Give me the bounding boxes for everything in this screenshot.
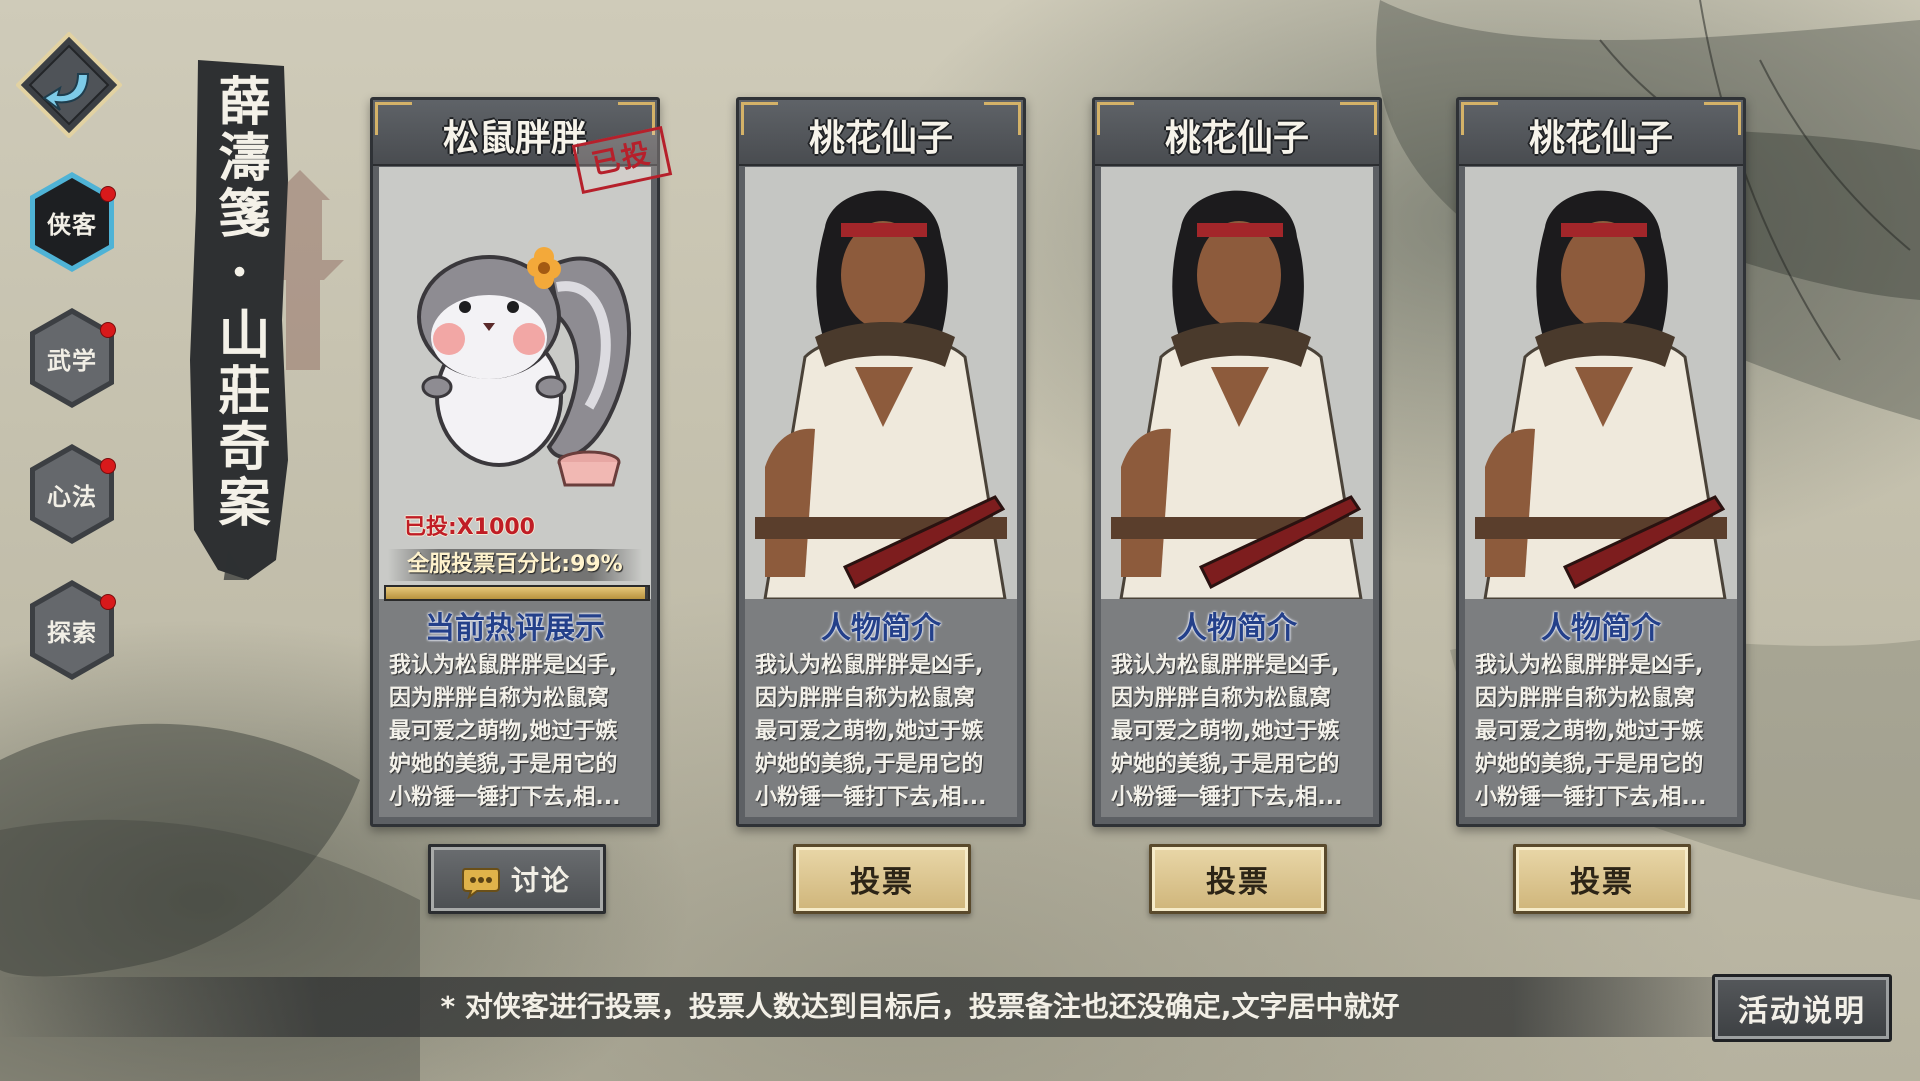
event-help-button[interactable]: 活动说明 bbox=[1712, 974, 1892, 1042]
card-info: 当前热评展示 我认为松鼠胖胖是凶手, 因为胖胖自称为松鼠窝 最可爱之萌物,她过于… bbox=[379, 599, 651, 817]
vote-button[interactable]: 投票 bbox=[1513, 844, 1691, 914]
vote-label: 投票 bbox=[1206, 865, 1270, 900]
character-description: 我认为松鼠胖胖是凶手, 因为胖胖自称为松鼠窝 最可爱之萌物,她过于嫉 妒她的美貌… bbox=[1475, 653, 1707, 810]
chat-bubble-icon bbox=[462, 868, 500, 899]
tab-tansuo[interactable]: 探索 bbox=[26, 578, 118, 682]
character-name: 桃花仙子 bbox=[1528, 118, 1673, 159]
character-card-3: 桃花仙子 人物简介 我认为松鼠胖胖是凶手, 因为胖胖自称为松鼠窝 最可爱之萌物,… bbox=[1092, 97, 1382, 827]
discuss-button[interactable]: 讨论 bbox=[428, 844, 606, 914]
character-description: 我认为松鼠胖胖是凶手, 因为胖胖自称为松鼠窝 最可爱之萌物,她过于嫉 妒她的美貌… bbox=[755, 653, 987, 810]
section-title: 人物简介 bbox=[1541, 611, 1661, 646]
character-card-4: 桃花仙子 人物简介 我认为松鼠胖胖是凶手, 因为胖胖自称为松鼠窝 最可爱之萌物,… bbox=[1456, 97, 1746, 827]
notification-dot bbox=[100, 458, 116, 474]
tab-wuxue[interactable]: 武学 bbox=[26, 306, 118, 410]
tab-xiake[interactable]: 侠客 bbox=[26, 170, 118, 274]
card-info: 人物简介 我认为松鼠胖胖是凶手, 因为胖胖自称为松鼠窝 最可爱之萌物,她过于嫉 … bbox=[1465, 599, 1737, 817]
vote-label: 投票 bbox=[1570, 865, 1634, 900]
character-name: 桃花仙子 bbox=[808, 118, 953, 159]
notice-text: * 对侠客进行投票，投票人数达到目标后，投票备注也还没确定,文字居中就好 bbox=[440, 990, 1400, 1023]
notification-dot bbox=[100, 186, 116, 202]
back-button[interactable] bbox=[16, 32, 122, 138]
vote-label: 投票 bbox=[850, 865, 914, 900]
notification-dot bbox=[100, 594, 116, 610]
section-title: 人物简介 bbox=[1177, 611, 1297, 646]
section-title: 人物简介 bbox=[821, 611, 941, 646]
discuss-label: 讨论 bbox=[511, 864, 572, 897]
character-description: 我认为松鼠胖胖是凶手, 因为胖胖自称为松鼠窝 最可爱之萌物,她过于嫉 妒她的美貌… bbox=[1111, 653, 1343, 810]
notice-bar: * 对侠客进行投票，投票人数达到目标后，投票备注也还没确定,文字居中就好 bbox=[0, 977, 1780, 1037]
character-card-1: 松鼠胖胖 已投 已投:X1000 全服投票百分比:99% 当前热评展示 我认为松… bbox=[370, 97, 673, 827]
card-info: 人物简介 我认为松鼠胖胖是凶手, 因为胖胖自称为松鼠窝 最可爱之萌物,她过于嫉 … bbox=[1101, 599, 1373, 817]
tab-xinfa[interactable]: 心法 bbox=[26, 442, 118, 546]
event-banner: 薛濤箋·山莊奇案 bbox=[188, 60, 290, 580]
vote-progress-fill bbox=[386, 587, 646, 599]
character-portrait[interactable] bbox=[1101, 167, 1373, 599]
character-name: 桃花仙子 bbox=[1164, 118, 1309, 159]
character-portrait[interactable] bbox=[745, 167, 1017, 599]
banner-title: 薛濤箋·山莊奇案 bbox=[209, 74, 270, 531]
character-portrait[interactable] bbox=[1465, 167, 1737, 599]
vote-percent: 全服投票百分比:99% bbox=[388, 549, 642, 581]
vote-button[interactable]: 投票 bbox=[793, 844, 971, 914]
character-description: 我认为松鼠胖胖是凶手, 因为胖胖自称为松鼠窝 最可爱之萌物,她过于嫉 妒她的美貌… bbox=[389, 653, 621, 810]
character-card-2: 桃花仙子 人物简介 我认为松鼠胖胖是凶手, 因为胖胖自称为松鼠窝 最可爱之萌物,… bbox=[736, 97, 1026, 827]
card-info: 人物简介 我认为松鼠胖胖是凶手, 因为胖胖自称为松鼠窝 最可爱之萌物,她过于嫉 … bbox=[745, 599, 1017, 817]
vote-progress-bar bbox=[384, 585, 650, 601]
notification-dot bbox=[100, 322, 116, 338]
section-title: 当前热评展示 bbox=[425, 611, 605, 646]
voted-count: 已投:X1000 bbox=[404, 515, 535, 540]
event-help-label: 活动说明 bbox=[1738, 994, 1866, 1029]
vote-button[interactable]: 投票 bbox=[1149, 844, 1327, 914]
